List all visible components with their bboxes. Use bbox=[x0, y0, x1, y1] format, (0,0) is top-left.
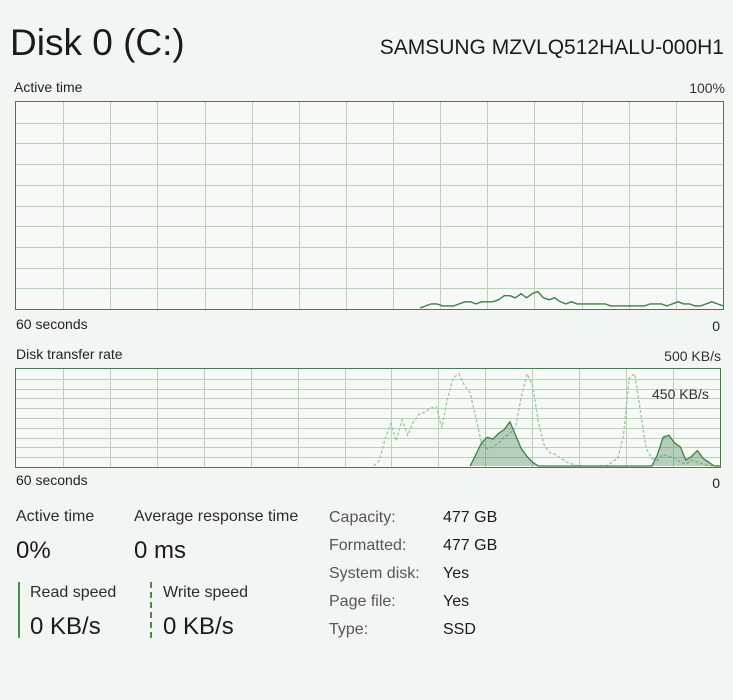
active-time-time-span: 60 seconds bbox=[16, 316, 88, 332]
read-speed-value: 0 KB/s bbox=[30, 613, 101, 640]
active-time-graph bbox=[15, 101, 724, 310]
capacity-label: Capacity: bbox=[329, 509, 396, 526]
read-speed-label: Read speed bbox=[30, 584, 117, 601]
write-speed-value: 0 KB/s bbox=[163, 613, 234, 640]
active-time-stat-value: 0% bbox=[16, 537, 51, 564]
active-time-chart-max: 100% bbox=[689, 80, 725, 96]
transfer-rate-time-span: 60 seconds bbox=[16, 472, 88, 488]
active-time-chart-label: Active time bbox=[14, 79, 83, 95]
active-time-stat-label: Active time bbox=[16, 508, 95, 525]
formatted-label: Formatted: bbox=[329, 537, 407, 554]
system-disk-value: Yes bbox=[443, 565, 470, 582]
transfer-rate-min: 0 bbox=[712, 475, 720, 491]
write-speed-indicator bbox=[150, 582, 152, 638]
page-file-value: Yes bbox=[443, 593, 470, 610]
avg-response-stat-label: Average response time bbox=[134, 508, 299, 525]
capacity-value: 477 GB bbox=[443, 509, 498, 526]
disk-title: Disk 0 (C:) bbox=[10, 22, 185, 63]
active-time-series-line bbox=[419, 290, 723, 309]
write-speed-label: Write speed bbox=[163, 584, 249, 601]
type-value: SSD bbox=[443, 621, 476, 638]
transfer-rate-svg bbox=[16, 369, 720, 467]
transfer-rate-scale: 450 KB/s bbox=[652, 386, 709, 402]
type-label: Type: bbox=[329, 621, 369, 638]
read-speed-indicator bbox=[18, 582, 20, 638]
page-file-label: Page file: bbox=[329, 593, 396, 610]
avg-response-stat-value: 0 ms bbox=[134, 537, 187, 564]
active-time-min: 0 bbox=[712, 318, 720, 334]
transfer-rate-max: 500 KB/s bbox=[664, 348, 721, 364]
disk-model: SAMSUNG MZVLQ512HALU-000H1 bbox=[379, 36, 724, 59]
transfer-rate-graph bbox=[15, 368, 721, 468]
system-disk-label: System disk: bbox=[329, 565, 420, 582]
formatted-value: 477 GB bbox=[443, 537, 498, 554]
transfer-rate-chart-label: Disk transfer rate bbox=[16, 346, 123, 362]
active-time-svg bbox=[16, 102, 723, 309]
